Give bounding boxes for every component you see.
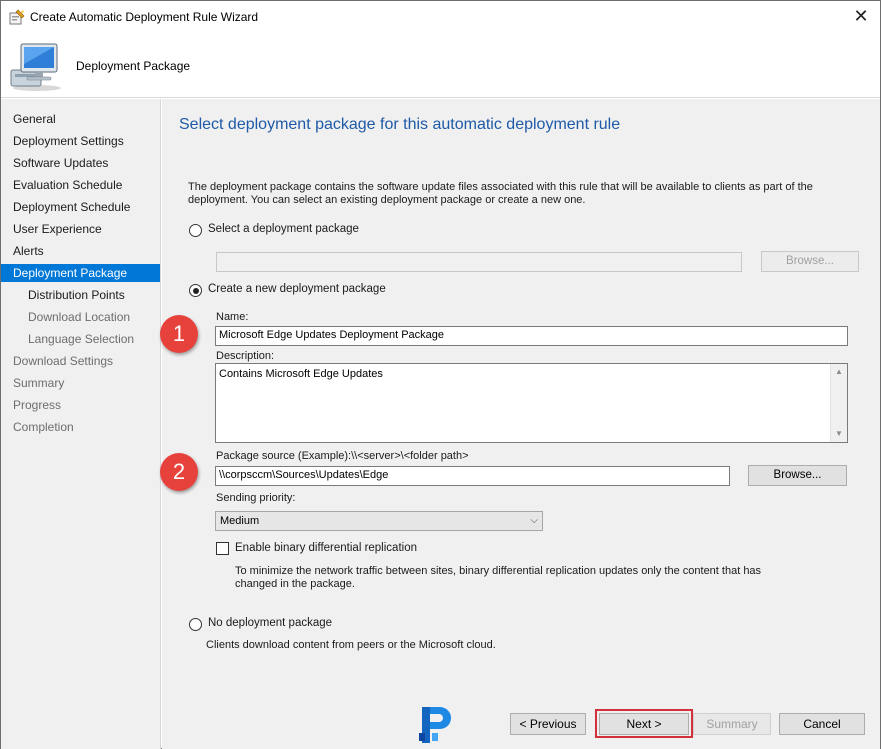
wizard-window: Create Automatic Deployment Rule Wizard … (0, 0, 881, 749)
cancel-button[interactable]: Cancel (779, 713, 865, 735)
scroll-up-icon[interactable]: ▲ (831, 364, 847, 380)
name-label: Name: (216, 311, 249, 323)
nav-item-alerts[interactable]: Alerts (1, 242, 160, 260)
description-text: Contains Microsoft Edge Updates (219, 368, 383, 380)
source-browse-button[interactable]: Browse... (748, 465, 847, 486)
nav-item-general[interactable]: General (1, 110, 160, 128)
sending-priority-label: Sending priority: (216, 492, 296, 504)
sending-priority-select[interactable]: Medium ⌵ (215, 511, 543, 531)
binary-diff-label: Enable binary differential replication (235, 542, 417, 554)
intro-text: The deployment package contains the soft… (188, 181, 813, 206)
wizard-page: Select deployment package for this autom… (162, 99, 880, 697)
nav-item-distribution-points[interactable]: Distribution Points (1, 286, 160, 304)
nav-item-language-selection: Language Selection (28, 332, 135, 346)
create-new-radio[interactable] (189, 284, 202, 297)
nav-item-download-location: Download Location (28, 310, 131, 324)
select-existing-radio[interactable] (189, 224, 202, 237)
binary-diff-note: To minimize the network traffic between … (235, 565, 762, 590)
no-package-radio[interactable] (189, 618, 202, 631)
scroll-down-icon[interactable]: ▼ (831, 426, 847, 442)
select-existing-label: Select a deployment package (208, 223, 359, 235)
sending-priority-value: Medium (220, 515, 260, 527)
package-description-input[interactable]: Contains Microsoft Edge Updates ▲ ▼ (215, 363, 848, 443)
existing-browse-button: Browse... (761, 251, 859, 272)
package-source-input[interactable]: \\corpsccm\Sources\Updates\Edge (215, 466, 730, 486)
close-icon[interactable]: ✕ (847, 5, 875, 29)
nav-item-completion: Completion (13, 420, 74, 434)
wizard-icon (9, 9, 25, 25)
description-label: Description: (216, 350, 275, 362)
no-package-label: No deployment package (208, 617, 333, 629)
window-title: Create Automatic Deployment Rule Wizard (30, 10, 259, 24)
no-package-note: Clients download content from peers or t… (206, 639, 496, 651)
header-title: Deployment Package (76, 59, 191, 73)
prajwal-logo-icon (419, 707, 451, 743)
existing-package-field (216, 252, 742, 272)
create-new-label: Create a new deployment package (208, 283, 386, 295)
nav-item-deployment-package[interactable]: Deployment Package (1, 264, 160, 282)
wizard-header: Deployment Package (1, 34, 880, 98)
title-bar: Create Automatic Deployment Rule Wizard … (1, 1, 880, 34)
nav-item-download-settings: Download Settings (13, 354, 114, 368)
nav-item-user-experience[interactable]: User Experience (1, 220, 160, 238)
nav-item-deployment-schedule[interactable]: Deployment Schedule (1, 198, 160, 216)
next-button[interactable]: Next > (599, 713, 689, 735)
nav-item-summary: Summary (13, 376, 65, 390)
computer-icon (10, 43, 61, 91)
previous-button[interactable]: < Previous (510, 713, 586, 735)
binary-diff-checkbox[interactable] (216, 542, 229, 555)
annotation-badge-2: 2 (160, 453, 198, 491)
wizard-nav: General Deployment Settings Software Upd… (1, 99, 161, 749)
nav-item-deployment-settings[interactable]: Deployment Settings (1, 132, 160, 150)
nav-item-evaluation-schedule[interactable]: Evaluation Schedule (1, 176, 160, 194)
wizard-footer: < Previous Next > Summary Cancel (162, 697, 880, 749)
package-name-input[interactable]: Microsoft Edge Updates Deployment Packag… (215, 326, 848, 346)
page-title: Select deployment package for this autom… (179, 116, 621, 133)
summary-button: Summary (693, 713, 771, 735)
annotation-badge-1: 1 (160, 315, 198, 353)
description-scrollbar[interactable]: ▲ ▼ (830, 364, 847, 442)
chevron-down-icon: ⌵ (530, 515, 538, 526)
nav-item-progress: Progress (13, 398, 62, 412)
package-source-label: Package source (Example):\\<server>\<fol… (216, 450, 469, 462)
nav-item-software-updates[interactable]: Software Updates (1, 154, 160, 172)
